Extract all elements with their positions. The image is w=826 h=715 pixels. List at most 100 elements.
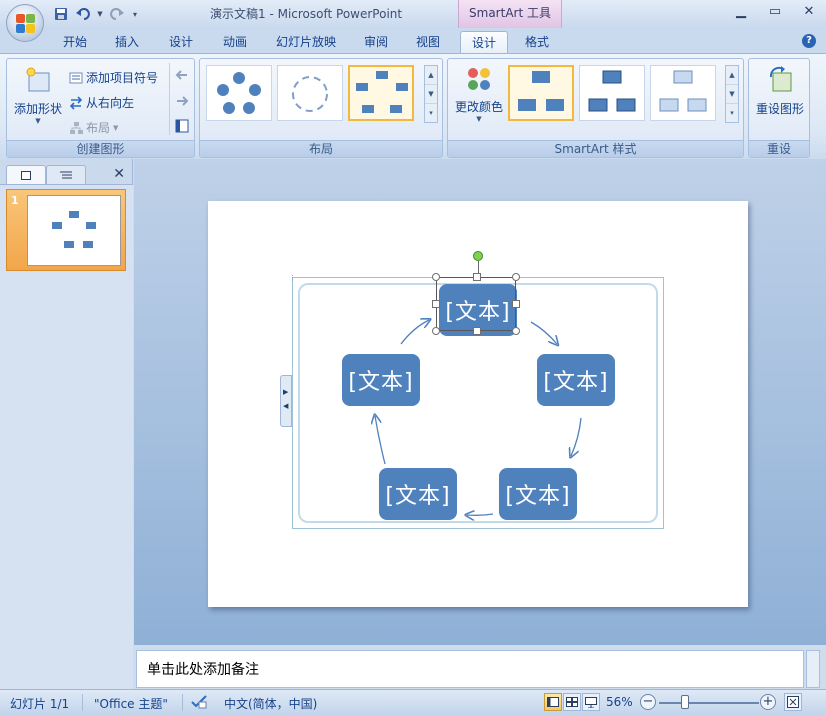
tab-smartart-format[interactable]: 格式 xyxy=(514,31,560,54)
resize-handle-bottom-left[interactable] xyxy=(432,327,440,335)
fit-to-window-button[interactable] xyxy=(784,693,802,711)
reset-graphic-label: 重设图形 xyxy=(755,102,804,116)
zoom-level[interactable]: 56% xyxy=(606,695,633,709)
layouts-gallery-scroll[interactable]: ▲ ▼ ▾ xyxy=(424,65,438,123)
language[interactable]: 中文(简体，中国) xyxy=(224,695,317,712)
tab-smartart-design[interactable]: 设计 xyxy=(460,31,508,54)
arrow-top-right xyxy=(530,321,557,344)
styles-scroll-up-icon[interactable]: ▲ xyxy=(726,66,738,85)
slide-thumbnails: 1 xyxy=(0,184,133,689)
smartart-node-right[interactable]: [文本] xyxy=(537,354,615,406)
tab-view[interactable]: 视图 xyxy=(406,31,450,54)
slide-sorter-icon xyxy=(566,697,578,707)
add-shape-button[interactable]: 添加形状 ▼ xyxy=(11,65,65,135)
tab-review[interactable]: 审阅 xyxy=(354,31,398,54)
gallery-more-icon[interactable]: ▾ xyxy=(425,104,437,122)
scroll-down-icon[interactable]: ▼ xyxy=(425,85,437,104)
slide-sorter-view-button[interactable] xyxy=(563,693,581,711)
tab-animations[interactable]: 动画 xyxy=(212,31,258,54)
arrow-bottom-left xyxy=(467,514,494,515)
undo-dropdown-icon[interactable]: ▼ xyxy=(96,6,104,22)
tab-insert[interactable]: 插入 xyxy=(104,31,150,54)
text-pane-button[interactable] xyxy=(175,119,189,136)
layouts-gallery xyxy=(206,65,414,123)
expand-text-pane-icon: ▶ xyxy=(283,388,289,396)
slide-count: 幻灯片 1/1 xyxy=(10,697,70,711)
layout-option-text-cycle[interactable] xyxy=(277,65,343,121)
scroll-up-icon[interactable]: ▲ xyxy=(425,66,437,85)
normal-view-button[interactable] xyxy=(544,693,562,711)
status-bar: 幻灯片 1/1 "Office 主题" 中文(简体，中国) 56% − + xyxy=(0,689,826,715)
resize-handle-bottom[interactable] xyxy=(473,327,481,335)
style-option-2[interactable] xyxy=(579,65,645,121)
change-colors-button[interactable]: 更改颜色 ▼ xyxy=(450,65,508,135)
slides-tab[interactable] xyxy=(6,165,46,184)
layout-option-block-cycle[interactable] xyxy=(348,65,414,121)
rotate-handle[interactable] xyxy=(473,251,483,261)
style-option-3[interactable] xyxy=(650,65,716,121)
resize-handle-top[interactable] xyxy=(473,273,481,281)
close-button[interactable]: ✕ xyxy=(792,0,826,22)
reset-graphic-icon xyxy=(769,66,792,92)
change-colors-dropdown-icon: ▼ xyxy=(476,115,482,123)
zoom-in-icon[interactable]: + xyxy=(760,694,776,710)
reset-graphic-button[interactable]: 重设图形 xyxy=(751,65,809,135)
styles-gallery-more-icon[interactable]: ▾ xyxy=(726,104,738,122)
resize-handle-bottom-right[interactable] xyxy=(512,327,520,335)
frame-corner-handle[interactable]: ⋮ xyxy=(289,274,296,282)
theme-name: "Office 主题" xyxy=(94,697,168,711)
reset-group-label: 重设 xyxy=(749,140,809,157)
minimize-button[interactable]: ▁ xyxy=(724,0,758,22)
zoom-slider-thumb[interactable] xyxy=(681,695,689,709)
change-colors-label: 更改颜色 xyxy=(454,100,503,114)
layout-option-basic-cycle[interactable] xyxy=(206,65,272,121)
zoom-out-icon[interactable]: − xyxy=(640,694,656,710)
slide-thumbnail-1[interactable]: 1 xyxy=(6,189,126,271)
slides-pane-tabs: ✕ xyxy=(0,162,133,184)
smartart-node-bottom-left[interactable]: [文本] xyxy=(379,468,457,520)
notes-scrollbar[interactable] xyxy=(806,650,820,688)
office-button[interactable] xyxy=(6,4,44,42)
demote-arrow-icon xyxy=(177,96,189,106)
smartart-node-bottom-right[interactable]: [文本] xyxy=(499,468,577,520)
window-title: 演示文稿1 - Microsoft PowerPoint xyxy=(210,7,403,21)
resize-handle-left[interactable] xyxy=(432,300,440,308)
resize-handle-top-left[interactable] xyxy=(432,273,440,281)
basic-cycle-thumbnail xyxy=(217,72,261,114)
redo-icon[interactable] xyxy=(108,6,126,22)
normal-view-icon xyxy=(547,697,559,707)
demote-button[interactable] xyxy=(175,95,189,110)
text-pane-toggle[interactable]: ▶ ◀ xyxy=(280,375,292,427)
promote-button[interactable] xyxy=(175,69,189,84)
add-bullet-button[interactable]: 添加项目符号 xyxy=(69,69,158,86)
close-pane-icon[interactable]: ✕ xyxy=(113,166,125,182)
layout-button: 布局 ▼ xyxy=(69,119,118,136)
slide-canvas[interactable]: ▶ ◀ [文本] [文本] [文本] [文本] [文本] ⋮ xyxy=(208,201,748,607)
save-icon[interactable] xyxy=(52,6,70,22)
notes-pane[interactable]: 单击此处添加备注 xyxy=(136,650,804,688)
slide-number: 1 xyxy=(11,194,19,207)
smartart-node-left[interactable]: [文本] xyxy=(342,354,420,406)
slide-thumbnail-preview xyxy=(27,195,121,266)
styles-gallery-scroll[interactable]: ▲ ▼ ▾ xyxy=(725,65,739,123)
collapse-text-pane-icon: ◀ xyxy=(283,402,289,410)
fit-window-icon xyxy=(787,696,799,708)
style-option-1[interactable] xyxy=(508,65,574,121)
layout-label: 布局 xyxy=(86,121,111,135)
spell-check-icon[interactable] xyxy=(190,693,208,712)
slide-show-view-button[interactable] xyxy=(582,693,600,711)
zoom-slider[interactable] xyxy=(659,702,759,704)
tab-slide-show[interactable]: 幻灯片放映 xyxy=(268,31,344,54)
styles-scroll-down-icon[interactable]: ▼ xyxy=(726,85,738,104)
right-to-left-button[interactable]: 从右向左 xyxy=(69,94,134,111)
tab-design[interactable]: 设计 xyxy=(158,31,204,54)
resize-handle-top-right[interactable] xyxy=(512,273,520,281)
tab-home[interactable]: 开始 xyxy=(52,31,98,54)
maximize-button[interactable]: ▭ xyxy=(758,0,792,22)
help-icon[interactable]: ? xyxy=(802,34,816,48)
text-cycle-thumbnail xyxy=(292,76,328,112)
outline-tab[interactable] xyxy=(46,165,86,184)
undo-icon[interactable] xyxy=(74,6,92,22)
customize-qat-icon[interactable]: ▾ xyxy=(130,6,140,22)
resize-handle-right[interactable] xyxy=(512,300,520,308)
